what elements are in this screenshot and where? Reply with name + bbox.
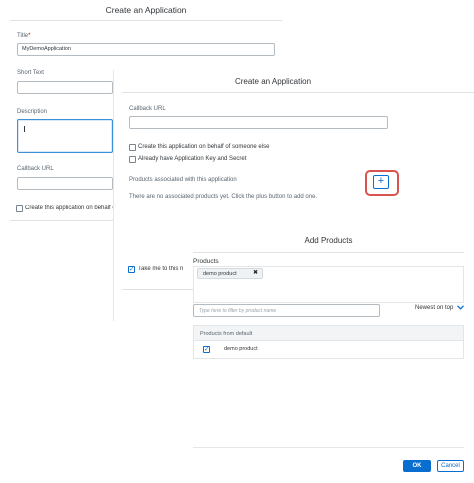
dialog3-footer-line xyxy=(193,447,464,448)
dialog2-footer-line xyxy=(122,289,193,290)
have-key-checkbox[interactable] xyxy=(129,156,136,163)
dialog2-behalf-label: Create this application on behalf of som… xyxy=(138,144,270,150)
product-filter-placeholder: Type here to filter by product name xyxy=(199,308,277,314)
ok-button[interactable]: OK xyxy=(403,460,431,472)
sort-dropdown[interactable]: Newest on top xyxy=(415,305,464,311)
title-label: Title* xyxy=(17,33,30,39)
sort-label: Newest on top xyxy=(415,305,454,312)
text-caret xyxy=(24,126,25,132)
short-text-input[interactable] xyxy=(17,81,113,94)
dialog1-footer-line xyxy=(10,220,113,221)
dialog1-behalf-label: Create this application on behalf o xyxy=(25,205,113,211)
products-table-header: Products from default xyxy=(193,325,464,341)
token-remove-icon[interactable]: ✖ xyxy=(253,269,258,276)
dialog3-title: Add Products xyxy=(304,236,353,245)
product-token-label: demo product xyxy=(203,271,237,277)
dialog2-separator xyxy=(122,92,474,93)
dialog1-behalf-checkbox[interactable] xyxy=(16,205,23,212)
required-marker: * xyxy=(28,33,31,39)
description-textarea[interactable] xyxy=(17,119,113,153)
title-label-text: Title xyxy=(17,33,29,39)
dialog2-behalf-checkbox[interactable] xyxy=(129,144,136,151)
take-me-label: Take me to this n xyxy=(138,266,184,272)
no-products-text: There are no associated products yet. Cl… xyxy=(129,194,318,200)
description-label: Description xyxy=(17,109,48,115)
dialog1-separator xyxy=(10,20,282,21)
title-input[interactable]: MyDemoApplication xyxy=(17,43,275,56)
dialog1-callback-input[interactable] xyxy=(17,177,113,190)
table-row[interactable]: demo product xyxy=(193,341,464,359)
dialog1-callback-label: Callback URL xyxy=(17,166,54,172)
chevron-down-icon xyxy=(457,305,464,310)
short-text-label: Short Text xyxy=(17,70,44,76)
dialog2-title: Create an Application xyxy=(234,77,312,86)
dialog2-callback-input[interactable] xyxy=(129,116,388,129)
take-me-checkbox[interactable] xyxy=(128,265,135,273)
row-product-name: demo product xyxy=(224,346,258,352)
cancel-button[interactable]: Cancel xyxy=(437,460,464,472)
products-label: Products xyxy=(193,258,219,265)
products-table-header-label: Products from default xyxy=(200,331,253,337)
dialog1-title: Create an Application xyxy=(105,5,187,15)
dialog3-separator xyxy=(193,252,464,253)
have-key-label: Already have Application Key and Secret xyxy=(138,156,247,162)
products-associated-label: Products associated with this applicatio… xyxy=(129,177,237,183)
title-input-value: MyDemoApplication xyxy=(22,46,71,52)
add-product-button[interactable]: + xyxy=(373,175,389,189)
dialog2-callback-label: Callback URL xyxy=(129,106,166,112)
row-checkbox[interactable] xyxy=(203,345,210,353)
